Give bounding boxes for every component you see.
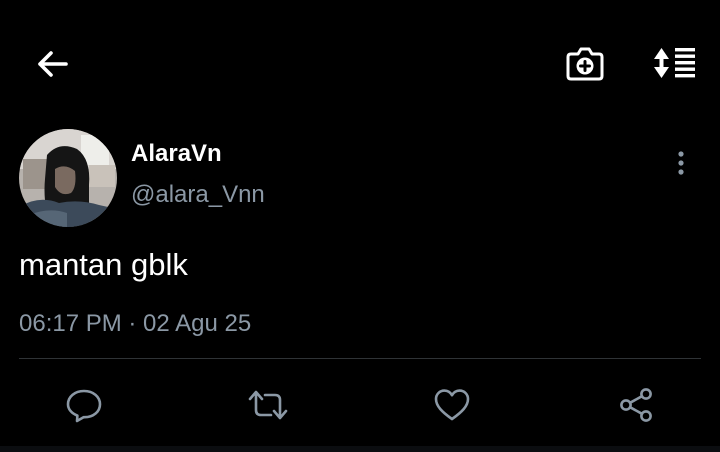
reply-button[interactable] [59, 380, 109, 430]
sort-list-icon [654, 48, 695, 78]
tweet-text: mantan gblk [19, 247, 188, 282]
tweet-timestamp[interactable]: 06:17 PM · 02 Agu 25 [19, 309, 251, 339]
retweet-button[interactable] [243, 380, 293, 430]
author-handle[interactable]: @alara_Vnn [131, 180, 265, 210]
author-display-name[interactable]: AlaraVn [131, 139, 222, 169]
divider [19, 358, 701, 359]
tweet-actions-bar [0, 380, 720, 430]
vertical-dots-icon [678, 151, 684, 175]
more-options-button[interactable] [664, 146, 698, 180]
share-icon [620, 388, 652, 422]
top-app-bar [0, 0, 720, 125]
heart-icon [434, 389, 470, 421]
retweet-icon [248, 390, 288, 420]
avatar[interactable] [19, 129, 117, 227]
arrow-left-icon [38, 51, 68, 77]
bottom-edge [0, 446, 720, 452]
camera-plus-icon [566, 47, 604, 81]
share-button[interactable] [611, 380, 661, 430]
add-photo-button[interactable] [561, 40, 609, 86]
reply-bubble-icon [66, 389, 102, 423]
sort-button[interactable] [648, 40, 700, 86]
back-button[interactable] [30, 42, 74, 86]
like-button[interactable] [427, 380, 477, 430]
profile-photo [19, 129, 117, 227]
